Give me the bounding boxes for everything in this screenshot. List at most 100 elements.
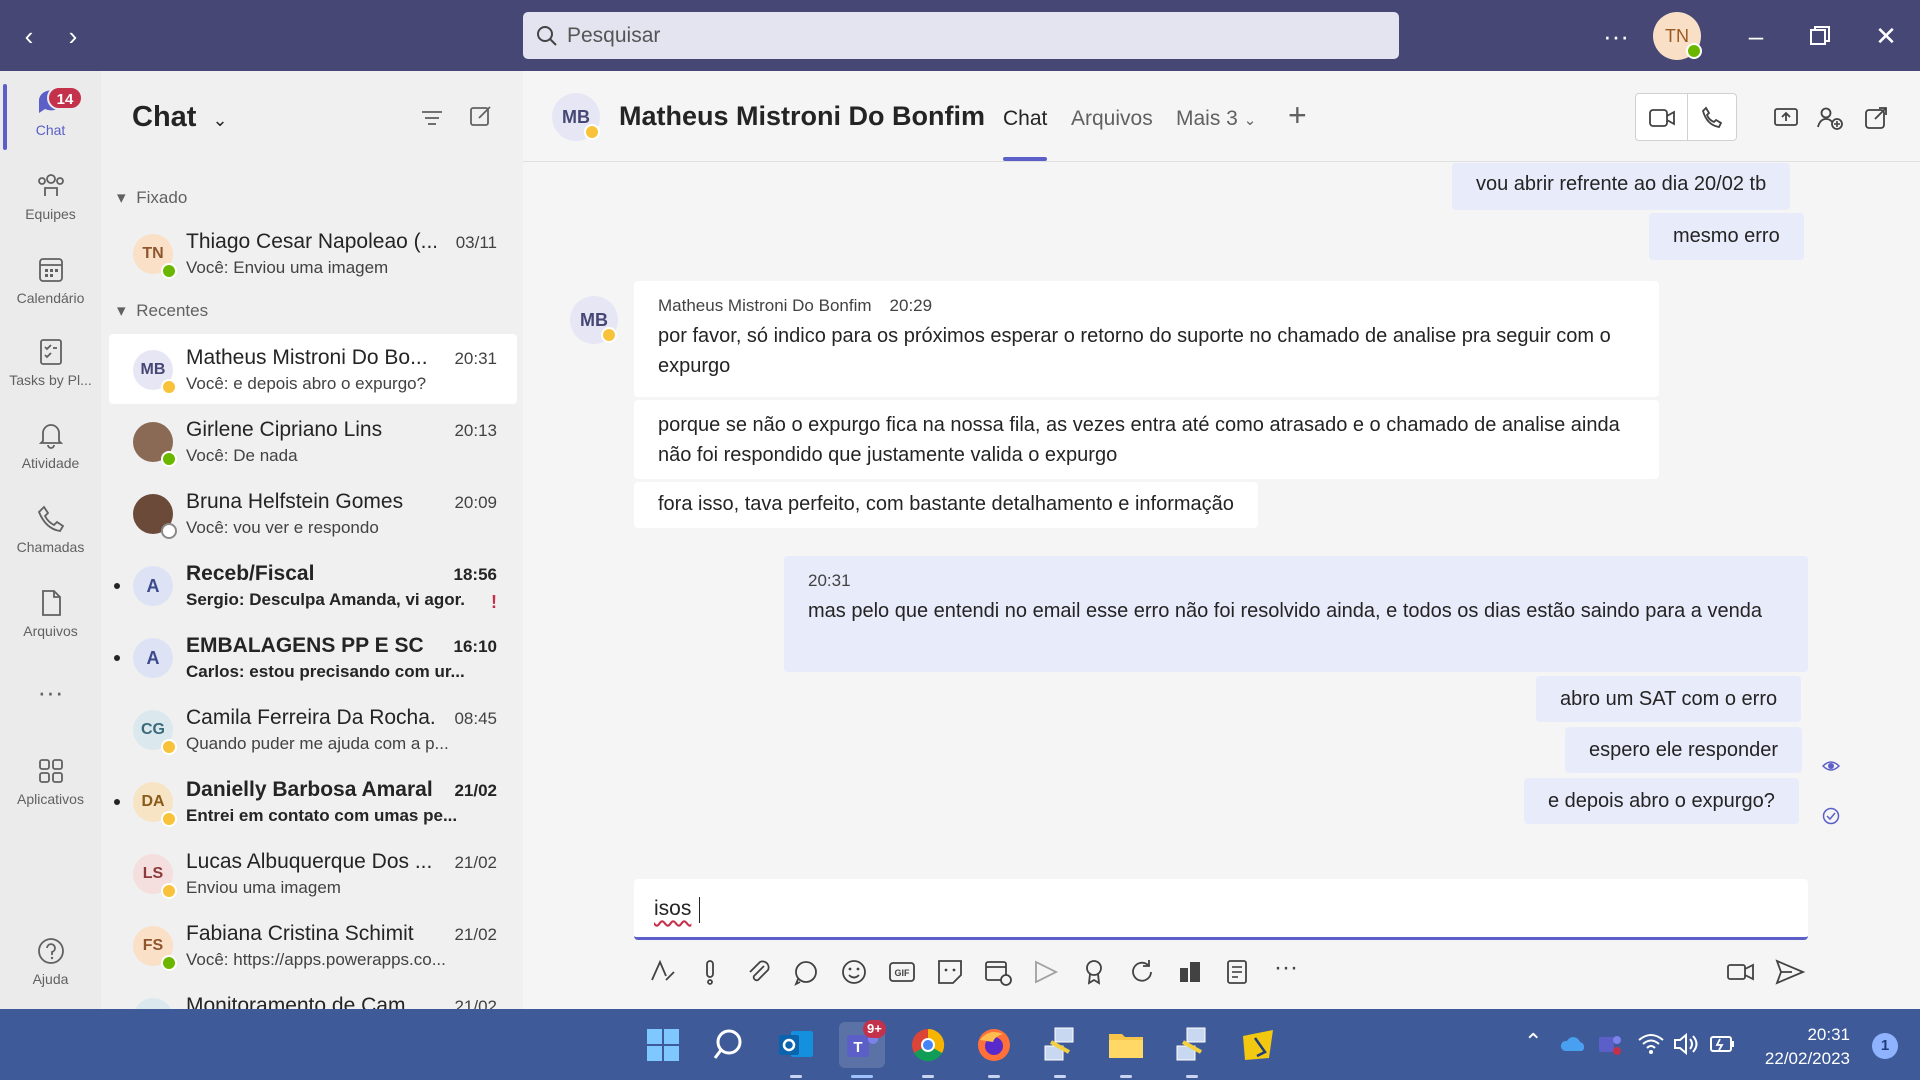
section-recent[interactable]: ▾ Recentes — [117, 301, 208, 321]
stream-icon[interactable] — [1028, 954, 1064, 990]
back-arrow-icon[interactable]: ‹ — [14, 18, 44, 54]
new-chat-icon[interactable] — [468, 103, 494, 129]
battery-icon[interactable] — [1708, 1031, 1736, 1057]
chat-row[interactable]: LS Lucas Albuquerque Dos ... Enviou uma … — [109, 838, 517, 908]
message-received[interactable]: porque se não o expurgo fica na nossa fi… — [634, 400, 1659, 479]
chat-row[interactable]: TN Thiago Cesar Napoleao (... Você: Envi… — [109, 218, 517, 288]
chat-name: Thiago Cesar Napoleao (... — [186, 230, 436, 253]
message-sent[interactable]: vou abrir refrente ao dia 20/02 tb — [1452, 163, 1791, 210]
chat-preview: Você: De nada — [186, 446, 298, 465]
loop-icon[interactable] — [788, 954, 824, 990]
taskbar-powerbi[interactable] — [1235, 1022, 1281, 1068]
praise-icon[interactable] — [1076, 954, 1112, 990]
taskbar-file-explorer[interactable] — [1103, 1022, 1149, 1078]
video-call-icon[interactable] — [1648, 105, 1676, 131]
taskbar-network-app-2[interactable] — [1169, 1022, 1215, 1078]
more-apps-icon[interactable]: ··· — [0, 677, 101, 717]
rail-item-chat[interactable]: Chat 14 — [0, 78, 101, 156]
audio-call-icon[interactable] — [1699, 105, 1725, 131]
taskbar-chrome[interactable] — [905, 1022, 951, 1078]
message-composer[interactable]: isos — [634, 879, 1808, 940]
taskbar-network-app-1[interactable] — [1037, 1022, 1083, 1078]
chat-row[interactable]: Girlene Cipriano Lins Você: De nada 20:1… — [109, 406, 517, 476]
chevron-up-icon[interactable]: ⌃ — [1524, 1029, 1542, 1055]
approvals-icon[interactable] — [1172, 954, 1208, 990]
chat-preview: Entrei em contato com umas pe... — [186, 806, 458, 825]
contact-avatar[interactable]: MB — [552, 93, 600, 141]
chat-row[interactable]: FS Fabiana Cristina Schimit Você: https:… — [109, 910, 517, 980]
taskbar-search[interactable] — [707, 1022, 753, 1068]
attach-icon[interactable] — [740, 954, 776, 990]
teams-tray-icon[interactable] — [1597, 1031, 1623, 1057]
search-input[interactable]: Pesquisar — [523, 12, 1399, 59]
important-icon[interactable] — [692, 954, 728, 990]
tab-files[interactable]: Arquivos — [1071, 107, 1153, 131]
taskbar-outlook[interactable] — [773, 1022, 819, 1078]
network-app-icon — [1044, 1027, 1074, 1061]
clock-date: 22/02/2023 — [1764, 1049, 1850, 1068]
notification-badge[interactable]: 1 — [1872, 1033, 1898, 1059]
section-pinned[interactable]: ▾ Fixado — [117, 188, 187, 208]
chat-list-title[interactable]: Chat ⌄ — [132, 101, 228, 134]
sticker-icon[interactable] — [932, 954, 968, 990]
chat-time: 20:31 — [454, 349, 497, 368]
emoji-icon[interactable] — [836, 954, 872, 990]
message-sent[interactable]: 20:31 mas pelo que entendi no email esse… — [784, 556, 1808, 672]
message-sent[interactable]: mesmo erro — [1649, 213, 1804, 260]
user-avatar[interactable]: TN — [1653, 12, 1702, 60]
gif-icon[interactable]: GIF — [884, 954, 920, 990]
rail-item-calendar[interactable]: Calendário — [0, 246, 101, 324]
add-people-icon[interactable] — [1816, 105, 1844, 131]
message-received[interactable]: fora isso, tava perfeito, com bastante d… — [634, 482, 1258, 528]
schedule-meeting-icon[interactable] — [980, 954, 1016, 990]
restore-icon[interactable] — [1800, 16, 1840, 56]
rail-item-help[interactable]: Ajuda — [0, 927, 101, 1005]
message-sent[interactable]: espero ele responder — [1565, 727, 1803, 773]
message-received[interactable]: Matheus Mistroni Do Bonfim 20:29 por favo… — [634, 281, 1659, 397]
rail-item-files[interactable]: Arquivos — [0, 579, 101, 657]
tab-chat[interactable]: Chat — [1003, 107, 1047, 131]
avatar-initials: LS — [142, 865, 164, 882]
taskbar-teams[interactable]: T 9+ — [839, 1020, 886, 1078]
chat-name: EMBALAGENS PP E SC — [186, 634, 424, 657]
sender-avatar[interactable]: MB — [570, 296, 618, 344]
rail-item-teams[interactable]: Equipes — [0, 162, 101, 240]
taskbar-firefox[interactable] — [971, 1022, 1017, 1078]
close-icon[interactable]: ✕ — [1866, 16, 1906, 56]
pop-out-icon[interactable] — [1863, 105, 1889, 131]
share-screen-icon[interactable] — [1773, 105, 1799, 131]
rail-item-activity[interactable]: Atividade — [0, 411, 101, 489]
rail-item-tasks[interactable]: Tasks by Pl... — [0, 328, 101, 406]
start-button[interactable] — [640, 1022, 686, 1068]
forms-icon[interactable] — [1220, 954, 1256, 990]
chat-row[interactable]: DA Danielly Barbosa Amaral Entrei em con… — [109, 766, 517, 836]
chat-row[interactable]: A Receb/Fiscal Sergio: Desculpa Amanda, … — [109, 550, 517, 620]
add-tab-icon[interactable]: + — [1288, 97, 1307, 134]
filter-icon[interactable] — [419, 105, 445, 131]
chat-time: 03/11 — [455, 233, 497, 252]
rail-item-apps[interactable]: Aplicativos — [0, 747, 101, 825]
chat-name: Matheus Mistroni Do Bo... — [186, 346, 428, 369]
refresh-icon[interactable] — [1124, 954, 1160, 990]
system-clock[interactable]: 20:31 22/02/2023 — [1765, 1023, 1850, 1071]
conversation-header: MB Matheus Mistroni Do Bonfim Chat Arqui… — [523, 71, 1920, 162]
chat-row[interactable]: Bruna Helfstein Gomes Você: vou ver e re… — [109, 478, 517, 548]
send-icon[interactable] — [1772, 954, 1808, 990]
chat-row[interactable]: Monitoramento de Cam... 21/02 — [109, 982, 517, 1009]
video-clip-icon[interactable] — [1723, 954, 1759, 990]
more-options-icon[interactable]: ··· — [1268, 954, 1304, 990]
message-sent[interactable]: abro um SAT com o erro — [1536, 676, 1802, 722]
chat-row[interactable]: A EMBALAGENS PP E SC Carlos: estou preci… — [109, 622, 517, 692]
tab-more[interactable]: Mais 3 ⌄ — [1176, 107, 1256, 131]
message-sent[interactable]: e depois abro o expurgo? — [1524, 778, 1799, 824]
chat-row[interactable]: CG Camila Ferreira Da Rocha... Quando pu… — [109, 694, 517, 764]
wifi-icon[interactable] — [1637, 1031, 1665, 1057]
volume-icon[interactable] — [1672, 1031, 1700, 1057]
forward-arrow-icon[interactable]: › — [58, 18, 88, 54]
rail-item-calls[interactable]: Chamadas — [0, 495, 101, 573]
format-icon[interactable] — [644, 954, 680, 990]
minimize-icon[interactable]: – — [1736, 16, 1776, 56]
more-options-icon[interactable]: ··· — [1596, 16, 1636, 56]
chat-row-selected[interactable]: MB Matheus Mistroni Do Bo... Você: e dep… — [109, 334, 517, 404]
onedrive-icon[interactable] — [1560, 1033, 1588, 1055]
